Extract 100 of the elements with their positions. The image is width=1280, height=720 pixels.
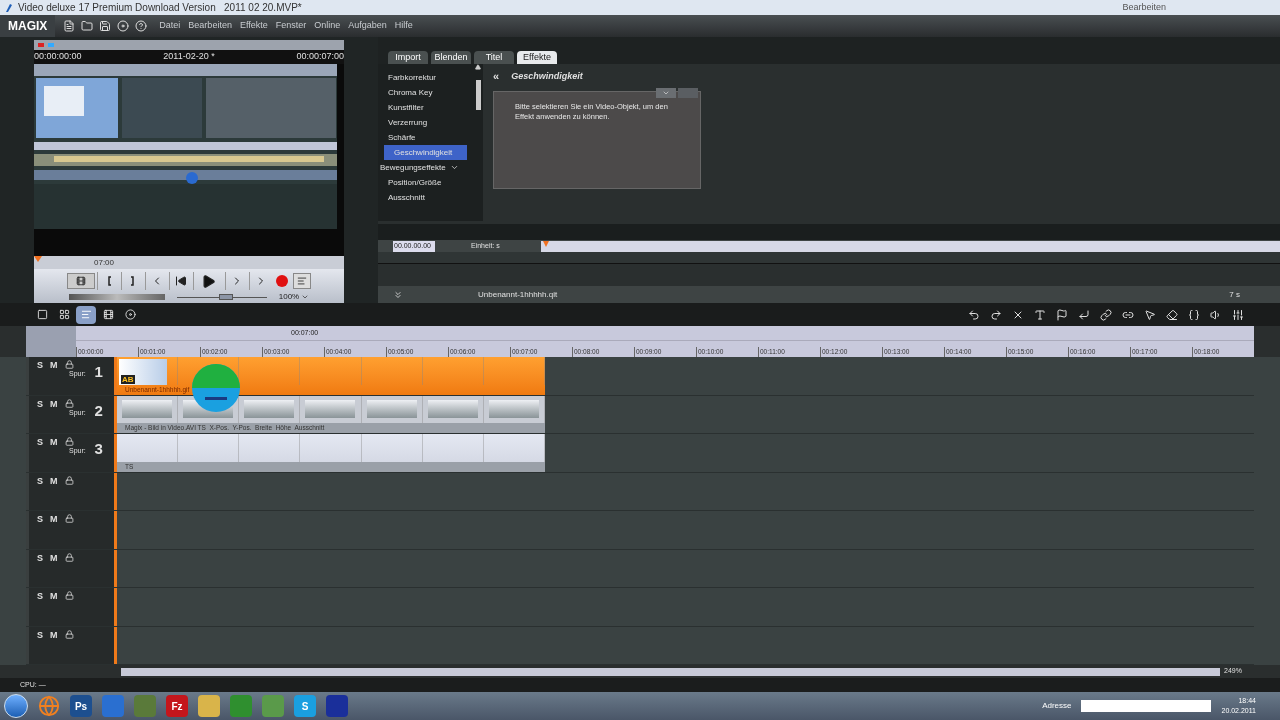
lock-icon[interactable] xyxy=(64,514,74,523)
mute-button[interactable]: M xyxy=(50,551,58,565)
thumbnail xyxy=(488,400,539,419)
mute-button[interactable]: M xyxy=(50,590,58,604)
timeline-view-button[interactable] xyxy=(76,305,96,324)
category-item[interactable]: Farbkorrektur xyxy=(378,70,473,85)
back-button[interactable]: « xyxy=(493,68,500,85)
lock-icon[interactable] xyxy=(64,475,74,485)
menu-item[interactable]: Online xyxy=(310,19,345,33)
thumbnail xyxy=(305,400,356,419)
mute-button[interactable]: M xyxy=(50,628,58,642)
category-item[interactable]: Chroma Key xyxy=(378,85,473,100)
grid-icon xyxy=(58,309,70,320)
disc-icon[interactable] xyxy=(117,20,130,32)
sliders-icon xyxy=(1232,308,1244,321)
tab[interactable]: Titel xyxy=(474,51,514,64)
film-icon xyxy=(76,276,86,286)
mute-button[interactable]: M xyxy=(50,397,58,411)
menu-item[interactable]: Bearbeiten xyxy=(184,19,236,33)
app-tile-icon[interactable]: Ps xyxy=(70,695,92,717)
solo-button[interactable]: S xyxy=(37,474,43,488)
play-icon xyxy=(201,273,216,289)
caret-icon xyxy=(449,163,459,172)
solo-button[interactable]: S xyxy=(37,513,43,527)
thumbnail xyxy=(119,359,167,385)
horizontal-scrollbar[interactable] xyxy=(121,667,1220,676)
address-label: Adresse xyxy=(1042,700,1072,712)
category-item[interactable]: Kunstfilter xyxy=(378,100,473,115)
flag-icon xyxy=(1056,308,1068,321)
category-item[interactable]: Verzerrung xyxy=(378,115,473,130)
app-icon xyxy=(4,2,14,13)
category-item[interactable]: Schärfe xyxy=(378,130,473,145)
lock-icon[interactable] xyxy=(64,360,74,369)
logo: MAGIX xyxy=(0,15,56,37)
lock-icon[interactable] xyxy=(64,552,74,562)
mute-button[interactable]: M xyxy=(50,436,58,450)
text-icon xyxy=(1034,308,1046,321)
thumbnail xyxy=(366,400,417,419)
track-number: 3 xyxy=(94,439,103,459)
window-title: Video deluxe 17 Premium Download Version 2011 02 20.MVP* xyxy=(18,1,302,15)
dropdown-button[interactable] xyxy=(656,87,676,98)
tab[interactable]: Effekte xyxy=(517,51,557,64)
menu-item[interactable]: Hilfe xyxy=(390,19,417,33)
solo-button[interactable]: S xyxy=(37,436,43,450)
camera-button[interactable] xyxy=(67,273,95,289)
category-item[interactable]: Geschwindigkeit xyxy=(384,145,467,160)
panel-title: Geschwindigkeit xyxy=(511,69,583,83)
skip-back-icon xyxy=(174,275,187,287)
track-number: 1 xyxy=(94,362,103,382)
category-group[interactable]: Bewegungseffekte xyxy=(378,160,473,175)
list-button[interactable] xyxy=(293,273,311,289)
bracket-right-icon xyxy=(129,276,136,286)
menu-item[interactable]: Datei xyxy=(155,19,185,33)
solo-button[interactable]: S xyxy=(37,397,43,411)
lock-icon[interactable] xyxy=(64,591,74,600)
edit-button[interactable]: Bearbeiten xyxy=(1122,0,1166,15)
category-item[interactable]: Position/Größe xyxy=(378,175,473,190)
mute-button[interactable]: M xyxy=(50,359,58,373)
app-tile-icon[interactable] xyxy=(134,695,156,717)
caret-icon[interactable] xyxy=(301,293,310,301)
solo-button[interactable]: S xyxy=(37,628,43,642)
app-tile-icon[interactable] xyxy=(230,695,252,717)
bracket-left-icon xyxy=(105,276,112,286)
menu-item[interactable]: Effekte xyxy=(235,19,272,33)
app-tile-icon[interactable] xyxy=(102,695,124,717)
new-file-icon[interactable] xyxy=(63,20,76,32)
solo-button[interactable]: S xyxy=(37,590,43,604)
expand-icon[interactable] xyxy=(393,289,403,300)
folder-icon[interactable] xyxy=(81,20,94,32)
app-tile-icon[interactable] xyxy=(262,695,284,717)
zoom-level[interactable]: 100% xyxy=(278,291,300,303)
app-tile-icon[interactable]: Fz xyxy=(166,695,188,717)
category-item[interactable]: Ausschnitt xyxy=(378,190,473,205)
track-number: 2 xyxy=(94,400,103,421)
tab[interactable]: Blenden xyxy=(431,51,471,64)
preview-ruler[interactable]: 07:00 xyxy=(34,256,344,269)
eraser-icon xyxy=(1166,308,1178,321)
lock-icon[interactable] xyxy=(64,398,74,408)
thumbnail xyxy=(244,400,295,419)
address-field[interactable] xyxy=(1081,700,1212,712)
thumbnail xyxy=(427,400,478,419)
project-name: 2011-02-20 * xyxy=(163,50,215,64)
save-icon[interactable] xyxy=(99,20,112,32)
app-tile-icon[interactable] xyxy=(198,695,220,717)
tab[interactable]: Import xyxy=(388,51,428,64)
scroll-thumb[interactable] xyxy=(475,80,481,110)
menu-item[interactable]: Fenster xyxy=(271,19,311,33)
lock-icon[interactable] xyxy=(64,629,74,639)
solo-button[interactable]: S xyxy=(37,551,43,565)
mute-button[interactable]: M xyxy=(50,474,58,488)
keyframe-ruler[interactable] xyxy=(541,240,1280,252)
start-button[interactable] xyxy=(4,694,28,718)
solo-button[interactable]: S xyxy=(37,359,43,373)
menu-item[interactable]: Aufgaben xyxy=(344,19,391,33)
mute-button[interactable]: M xyxy=(50,513,58,527)
globe-icon[interactable] xyxy=(38,695,60,717)
app-tile-icon[interactable] xyxy=(326,695,348,717)
lock-icon[interactable] xyxy=(64,437,74,446)
scroll-up-icon[interactable] xyxy=(475,64,481,70)
help-icon[interactable] xyxy=(135,20,148,32)
